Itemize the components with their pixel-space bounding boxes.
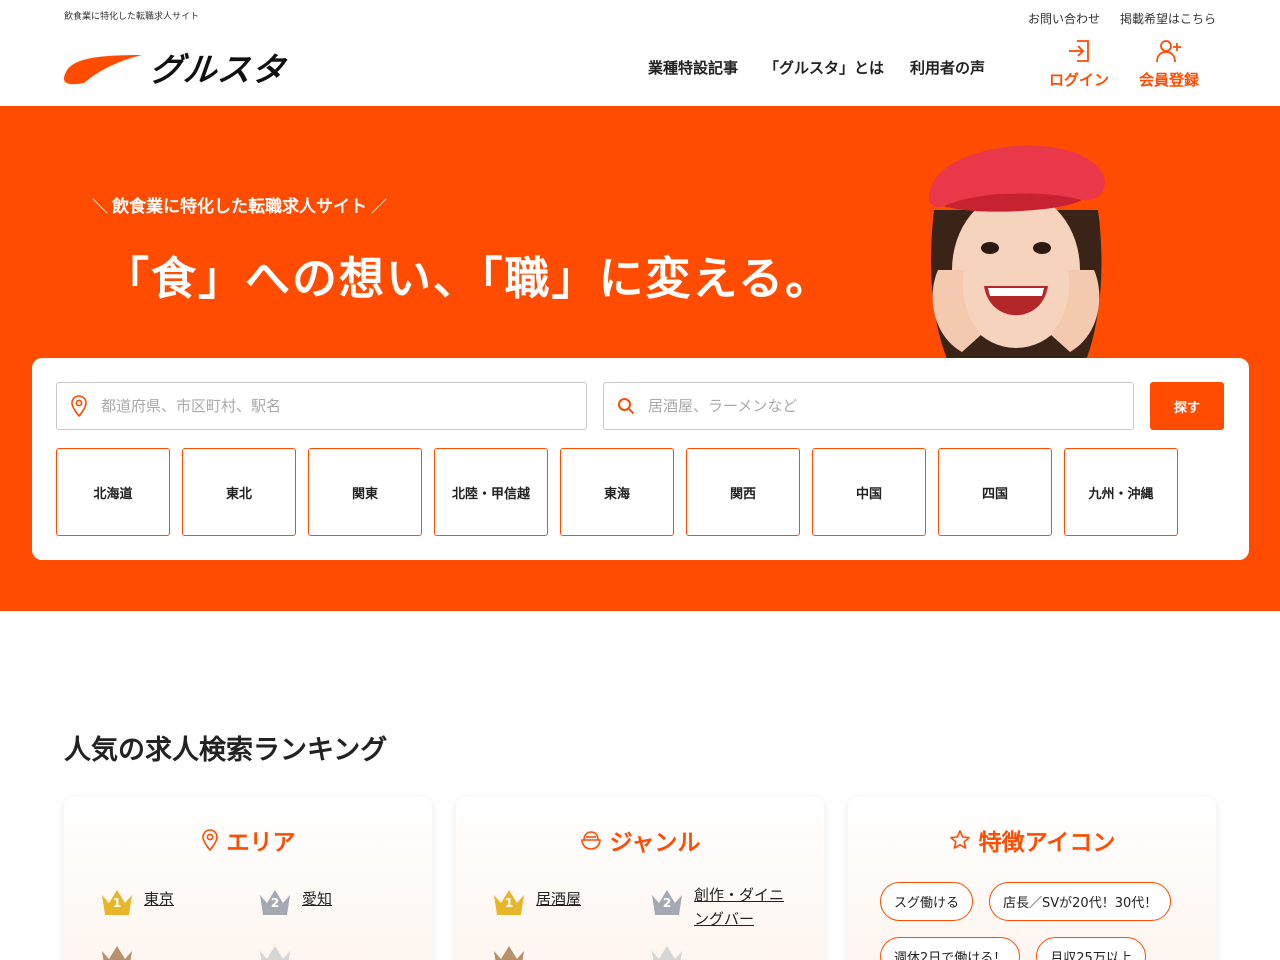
login-label: ログイン — [1049, 71, 1110, 89]
region-buttons: 北海道 東北 関東 北陸・甲信越 東海 関西 中国 四国 九州・沖縄 — [56, 448, 1178, 536]
main-nav: 業種特設記事 「グルスタ」とは 利用者の声 — [648, 57, 985, 78]
header-tagline: 飲食業に特化した転職求人サイト — [64, 12, 200, 22]
crown-silver-icon: 2 — [258, 887, 292, 917]
food-bowl-icon — [580, 831, 601, 850]
search-panel: 探す 北海道 東北 関東 北陸・甲信越 東海 関西 中国 四国 九州・沖縄 — [32, 358, 1249, 560]
region-shikoku[interactable]: 四国 — [938, 448, 1052, 536]
crown-silver-icon: 2 — [650, 887, 684, 917]
region-kyushu-okinawa[interactable]: 九州・沖縄 — [1064, 448, 1178, 536]
search-button[interactable]: 探す — [1150, 382, 1224, 430]
nav-feature-articles[interactable]: 業種特設記事 — [648, 57, 738, 78]
ranking-item-label[interactable]: 創作・ダイニングバー — [694, 883, 784, 931]
logo-swoosh-icon — [64, 55, 142, 85]
ranking-item-partial — [100, 943, 134, 960]
login-button[interactable]: ログイン — [1049, 38, 1109, 90]
ranking-card-genre: ジャンル 1 居酒屋 2 創作・ダイニングバー — [456, 797, 824, 960]
search-icon — [604, 397, 648, 415]
star-icon — [949, 830, 970, 849]
feature-tag[interactable]: 週休2日で働ける！ — [880, 937, 1021, 960]
card-heading-text: エリア — [226, 830, 296, 856]
location-pin-icon — [57, 395, 101, 417]
card-heading: 特徴アイコン — [848, 823, 1216, 857]
user-add-icon — [1156, 40, 1181, 63]
region-hokkaido[interactable]: 北海道 — [56, 448, 170, 536]
crown-bronze-icon — [100, 943, 134, 960]
hero-title: 「食」への想い、「職」に変える。 — [104, 252, 833, 305]
ranking-item-partial — [492, 943, 526, 960]
ranking-item-partial — [650, 943, 684, 960]
region-chugoku[interactable]: 中国 — [812, 448, 926, 536]
card-heading: ジャンル — [456, 823, 824, 857]
ranking-item-label[interactable]: 居酒屋 — [536, 887, 581, 911]
keyword-search-field[interactable] — [603, 382, 1134, 430]
crown-gold-icon: 1 — [492, 887, 526, 917]
crown-gold-icon: 1 — [100, 887, 134, 917]
area-search-input[interactable] — [101, 397, 561, 415]
card-heading-text: ジャンル — [609, 830, 701, 856]
ranking-item-label[interactable]: 愛知 — [302, 887, 332, 911]
nav-about[interactable]: 「グルスタ」とは — [764, 57, 884, 78]
spark-right-icon: ／ — [371, 196, 388, 216]
contact-link[interactable]: お問い合わせ — [1028, 10, 1100, 27]
ranking-item-partial — [258, 943, 292, 960]
keyword-search-input[interactable] — [648, 397, 1108, 415]
spark-left-icon: ＼ — [92, 196, 109, 216]
login-icon — [1069, 40, 1089, 62]
ranking-item[interactable]: 1 居酒屋 — [492, 887, 581, 917]
register-label: 会員登録 — [1139, 71, 1200, 89]
region-tohoku[interactable]: 東北 — [182, 448, 296, 536]
feature-tag[interactable]: スグ働ける — [880, 882, 974, 921]
hero-subtitle-text: 飲食業に特化した転職求人サイト — [112, 197, 368, 217]
card-heading: エリア — [64, 823, 432, 857]
feature-tags: スグ働ける 店長／SVが20代！30代！ 週休2日で働ける！ 月収25万以上 — [880, 882, 1200, 960]
hero-subtitle: ＼ 飲食業に特化した転職求人サイト ／ — [92, 192, 388, 218]
hero-banner: ＼ 飲食業に特化した転職求人サイト ／ 「食」への想い、「職」に変える。 都道府… — [0, 106, 1280, 611]
card-heading-text: 特徴アイコン — [978, 830, 1116, 856]
ranking-title: 人気の求人検索ランキング — [64, 735, 388, 766]
ranking-item[interactable]: 1 東京 — [100, 887, 174, 917]
ranking-item-label[interactable]: 東京 — [144, 887, 174, 911]
feature-tag[interactable]: 店長／SVが20代！30代！ — [989, 882, 1172, 921]
feature-tag[interactable]: 月収25万以上 — [1036, 937, 1146, 960]
site-logo[interactable]: グルスタ — [62, 46, 302, 89]
listing-request-link[interactable]: 掲載希望はこちら — [1120, 10, 1216, 27]
top-links: お問い合わせ 掲載希望はこちら — [1028, 10, 1216, 27]
crown-bronze-icon — [492, 943, 526, 960]
ranking-item[interactable]: 2 創作・ダイニングバー — [650, 883, 800, 931]
register-button[interactable]: 会員登録 — [1139, 38, 1199, 90]
region-kansai[interactable]: 関西 — [686, 448, 800, 536]
area-search-field[interactable] — [56, 382, 587, 430]
crown-plain-icon — [258, 943, 292, 960]
crown-plain-icon — [650, 943, 684, 960]
ranking-card-area: エリア 1 東京 2 愛知 — [64, 797, 432, 960]
site-header: 飲食業に特化した転職求人サイト お問い合わせ 掲載希望はこちら グルスタ 業種特… — [0, 0, 1280, 106]
region-tokai[interactable]: 東海 — [560, 448, 674, 536]
logo-text: グルスタ — [147, 50, 288, 89]
region-kanto[interactable]: 関東 — [308, 448, 422, 536]
ranking-card-features: 特徴アイコン スグ働ける 店長／SVが20代！30代！ 週休2日で働ける！ 月収… — [848, 797, 1216, 960]
ranking-item[interactable]: 2 愛知 — [258, 887, 332, 917]
region-hokuriku-koshinetsu[interactable]: 北陸・甲信越 — [434, 448, 548, 536]
location-pin-icon — [201, 829, 218, 851]
nav-testimonials[interactable]: 利用者の声 — [910, 57, 985, 78]
